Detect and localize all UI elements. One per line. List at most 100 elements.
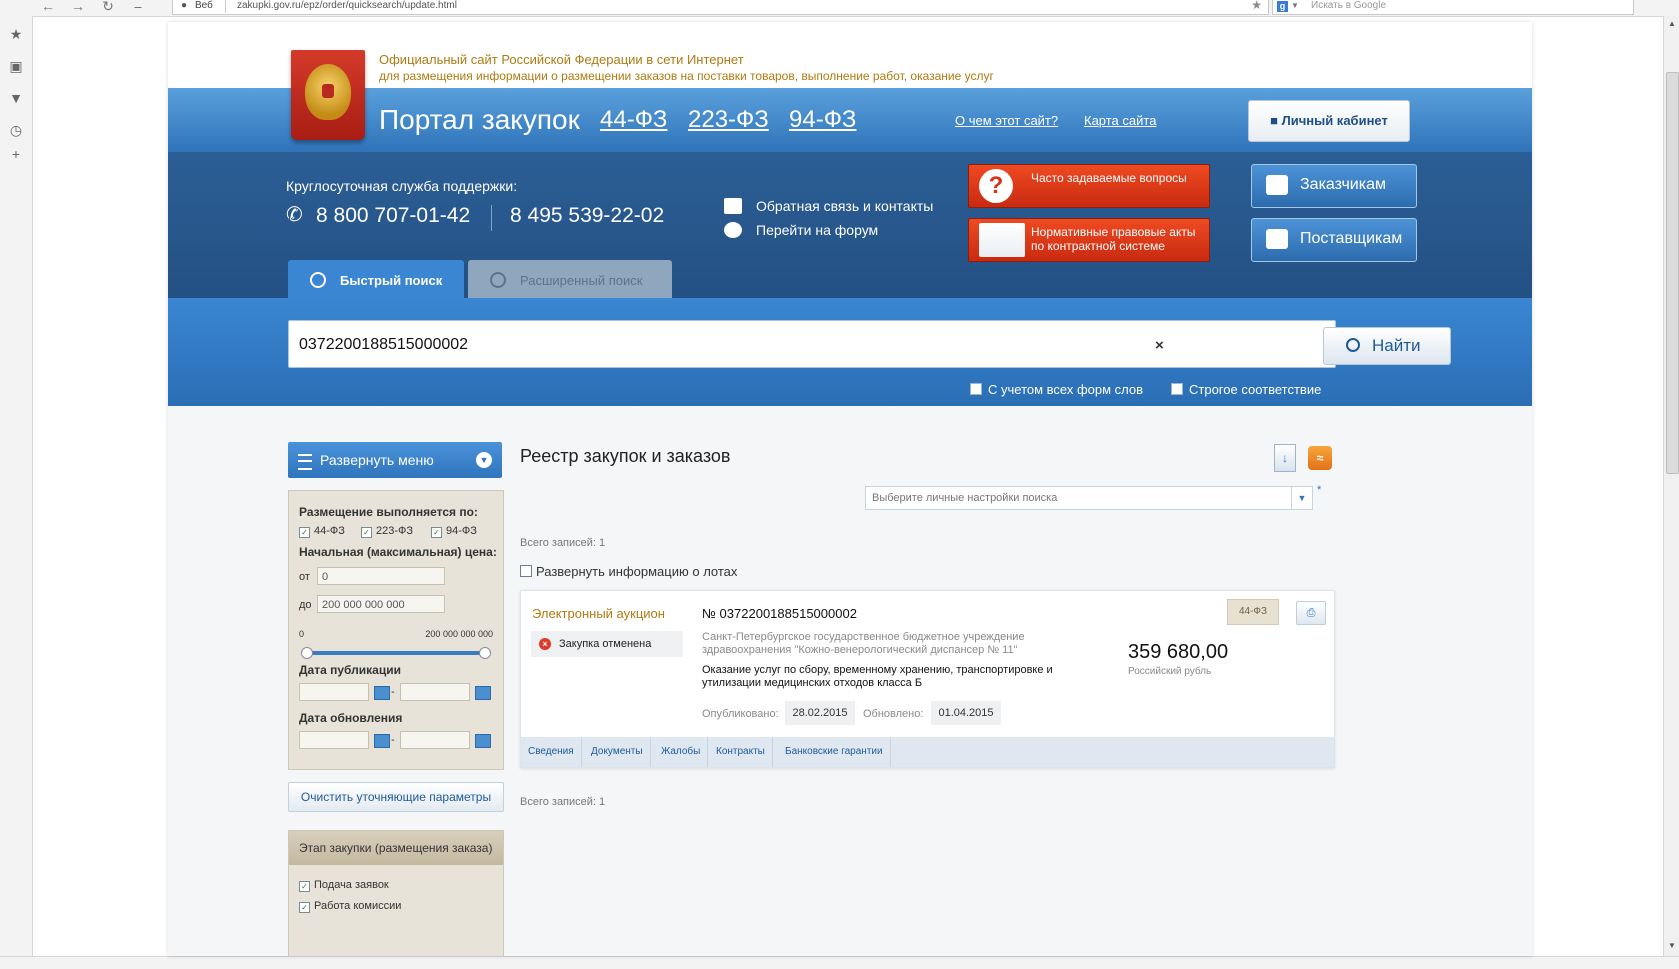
tab-bank-guarantees[interactable]: Банковские гарантии: [778, 737, 891, 767]
search-zone: 0372200188515000002 × Найти С учетом все…: [168, 298, 1532, 406]
clear-filters-button[interactable]: Очистить уточняющие параметры: [288, 782, 504, 812]
upd-date-to-input[interactable]: [400, 731, 470, 749]
law-44-link[interactable]: 44-ФЗ: [600, 106, 667, 134]
print-icon[interactable]: ⎙: [1296, 601, 1326, 625]
checkbox-checked-icon[interactable]: ✓: [299, 881, 310, 892]
calendar-icon[interactable]: [475, 686, 491, 700]
checkbox-checked-icon[interactable]: ✓: [299, 527, 310, 538]
stage-applications-label: Подача заявок: [314, 879, 389, 891]
chevron-down-icon[interactable]: ▼: [476, 452, 492, 468]
checkbox-checked-icon[interactable]: ✓: [431, 527, 442, 538]
downloads-icon[interactable]: ▼: [8, 90, 24, 106]
feedback-label[interactable]: Обратная связь и контакты: [756, 198, 933, 214]
address-bar[interactable]: ● Веб zakupki.gov.ru/epz/order/quicksear…: [172, 0, 1269, 15]
add-panel-icon[interactable]: +: [8, 146, 24, 162]
browser-sidebar: ★ ▣ ▼ ◷ +: [0, 16, 33, 956]
calendar-icon[interactable]: [475, 734, 491, 748]
faq-button[interactable]: ? Часто задаваемые вопросы: [968, 164, 1210, 208]
legal-acts-button[interactable]: Нормативные правовые акты по контрактной…: [968, 218, 1210, 262]
stage-applications[interactable]: ✓ Подача заявок: [299, 879, 389, 892]
checkbox-icon[interactable]: [1171, 383, 1183, 395]
google-search-placeholder[interactable]: Искать в Google: [1311, 0, 1386, 12]
vertical-scrollbar[interactable]: ▲ ▼: [1663, 16, 1679, 956]
portal-title[interactable]: Портал закупок: [379, 104, 580, 136]
price-range-max: 200 000 000 000: [425, 629, 493, 639]
notes-icon[interactable]: ▣: [8, 58, 24, 74]
history-clock-icon[interactable]: ◷: [8, 122, 24, 138]
price-range-min-handle[interactable]: [301, 647, 313, 659]
forum-label[interactable]: Перейти на форум: [756, 222, 878, 238]
stage-commission[interactable]: ✓ Работа комиссии: [299, 900, 401, 913]
chevron-down-icon[interactable]: ▼: [1291, 0, 1299, 12]
scroll-up-icon[interactable]: ▲: [1666, 18, 1678, 30]
tab-details[interactable]: Сведения: [521, 737, 582, 767]
customer-name[interactable]: Санкт-Петербургское государственное бюдж…: [702, 631, 1082, 657]
customers-button[interactable]: Заказчикам: [1251, 164, 1417, 208]
procurement-type: Электронный аукцион: [532, 606, 665, 621]
search-input-value[interactable]: 0372200188515000002: [299, 336, 468, 354]
procurement-stage-heading[interactable]: Этап закупки (размещения заказа): [289, 831, 503, 865]
url-text[interactable]: zakupki.gov.ru/epz/order/quicksearch/upd…: [237, 0, 457, 12]
checkbox-icon[interactable]: [520, 565, 532, 577]
checkbox-icon[interactable]: [970, 383, 982, 395]
tab-complaints[interactable]: Жалобы: [654, 737, 709, 767]
expand-lots-checkbox[interactable]: Развернуть информацию о лотах: [520, 564, 737, 579]
tab-documents[interactable]: Документы: [584, 737, 651, 767]
stage-commission-label: Работа комиссии: [314, 900, 402, 912]
web-label: Веб: [195, 0, 213, 11]
coat-of-arms-logo[interactable]: [291, 50, 365, 140]
price-range-max-handle[interactable]: [479, 647, 491, 659]
calendar-icon[interactable]: [374, 734, 390, 748]
tab-contracts[interactable]: Контракты: [709, 737, 773, 767]
sitemap-link[interactable]: Карта сайта: [1084, 113, 1156, 128]
expand-menu-button[interactable]: Развернуть меню ▼: [288, 442, 502, 478]
procurement-number[interactable]: № 0372200188515000002: [702, 606, 857, 621]
price-range-slider[interactable]: [301, 647, 491, 659]
suppliers-label: Поставщикам: [1300, 230, 1403, 247]
checkbox-checked-icon[interactable]: ✓: [361, 527, 372, 538]
price-to-input[interactable]: 200 000 000 000: [317, 595, 445, 613]
search-settings-select[interactable]: Выберите личные настройки поиска ▼: [865, 486, 1313, 510]
forward-icon[interactable]: →: [68, 0, 88, 14]
key-icon[interactable]: ⎯: [128, 0, 148, 14]
filter-law-223[interactable]: ✓ 223-ФЗ: [361, 525, 413, 538]
pub-date-to-input[interactable]: [400, 683, 470, 701]
back-icon[interactable]: ←: [38, 0, 58, 14]
globe-icon: ●: [181, 0, 188, 11]
scroll-down-icon[interactable]: ▼: [1666, 940, 1678, 952]
all-word-forms-checkbox[interactable]: С учетом всех форм слов: [970, 382, 1143, 397]
filter-law-94[interactable]: ✓ 94-ФЗ: [431, 525, 477, 538]
all-word-forms-label: С учетом всех форм слов: [988, 382, 1144, 397]
personal-cabinet-button[interactable]: ■ Личный кабинет: [1248, 100, 1410, 142]
rss-icon[interactable]: ≈: [1308, 446, 1332, 470]
strict-match-label: Строгое соответствие: [1189, 382, 1322, 397]
registry-title: Реестр закупок и заказов: [520, 446, 731, 466]
download-icon[interactable]: ↓: [1274, 444, 1296, 472]
filter-law-44[interactable]: ✓ 44-ФЗ: [299, 525, 345, 538]
clear-search-icon[interactable]: ×: [1155, 337, 1164, 354]
tab-quick-search[interactable]: Быстрый поиск: [288, 260, 464, 298]
about-link[interactable]: О чем этот сайт?: [955, 113, 1058, 128]
law-badge: 44-ФЗ: [1227, 599, 1279, 625]
calendar-icon[interactable]: [374, 686, 390, 700]
google-search-box[interactable]: g ▼ Искать в Google: [1272, 0, 1634, 15]
law-223-link[interactable]: 223-ФЗ: [688, 106, 769, 134]
chevron-down-icon[interactable]: ▼: [1291, 487, 1312, 509]
find-button[interactable]: Найти: [1323, 327, 1451, 365]
upd-date-from-input[interactable]: [299, 731, 369, 749]
bookmark-star-icon[interactable]: ★: [1251, 0, 1262, 11]
strict-match-checkbox[interactable]: Строгое соответствие: [1171, 382, 1321, 397]
pub-date-from-input[interactable]: [299, 683, 369, 701]
reload-icon[interactable]: ↻: [98, 0, 118, 14]
price-from-input[interactable]: 0: [317, 567, 445, 585]
support-label: Круглосуточная служба поддержки:: [286, 178, 518, 194]
checkbox-checked-icon[interactable]: ✓: [299, 902, 310, 913]
phone-divider: [491, 205, 492, 231]
suppliers-button[interactable]: Поставщикам: [1251, 218, 1417, 262]
official-subtitle: для размещения информации о размещении з…: [379, 69, 994, 83]
scrollbar-thumb[interactable]: [1666, 72, 1679, 474]
search-input[interactable]: 0372200188515000002 × Найти: [288, 320, 1451, 368]
tab-advanced-search[interactable]: Расширенный поиск: [468, 260, 672, 298]
law-94-link[interactable]: 94-ФЗ: [789, 106, 856, 134]
bookmarks-star-icon[interactable]: ★: [8, 26, 24, 42]
